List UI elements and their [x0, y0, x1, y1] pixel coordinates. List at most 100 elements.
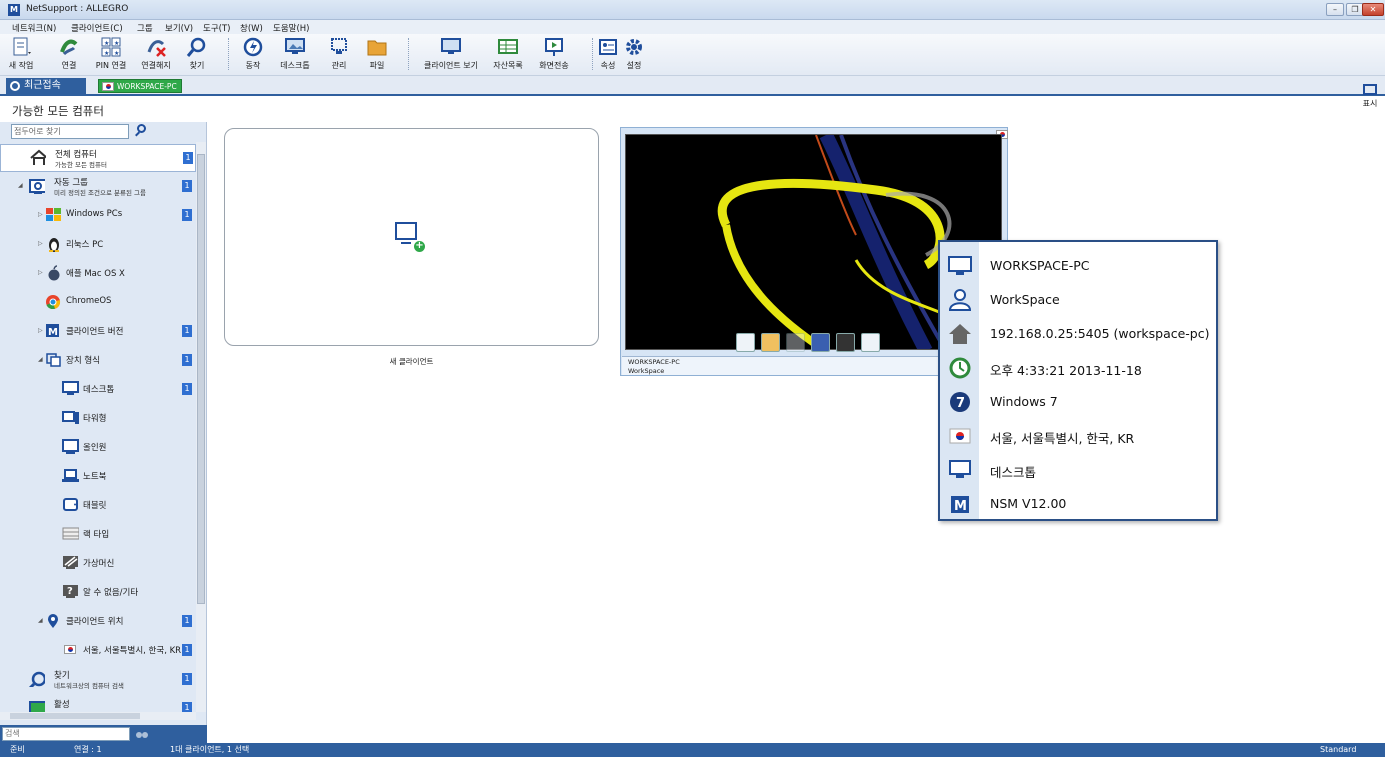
- new-task-button[interactable]: 새 작업: [6, 36, 36, 71]
- tree-item-chromeos[interactable]: ChromeOS: [0, 289, 196, 315]
- svg-text:M: M: [48, 327, 58, 338]
- tree-item-tablet[interactable]: 태블릿: [0, 492, 196, 518]
- toolbar-separator: [228, 38, 229, 70]
- scrollbar-thumb[interactable]: [197, 154, 205, 604]
- bottom-search-input[interactable]: 검색: [2, 727, 130, 741]
- menu-view[interactable]: 보기(V): [165, 22, 193, 34]
- display-button[interactable]: 표시: [1358, 80, 1382, 116]
- tree-item-windows-pcs[interactable]: ▷ Windows PCs 1: [0, 202, 196, 228]
- expand-arrow-icon: ▷: [38, 327, 43, 334]
- properties-button[interactable]: 속성: [596, 36, 620, 71]
- tree-vertical-scrollbar[interactable]: [196, 142, 206, 712]
- tree-item-notebook[interactable]: 노트북: [0, 463, 196, 489]
- inventory-icon: [497, 36, 519, 58]
- quick-inventory-button[interactable]: [811, 333, 830, 352]
- toolbar-separator: [408, 38, 409, 70]
- count-badge: 1: [182, 673, 192, 685]
- svg-text:★: ★: [114, 50, 119, 57]
- netsupport-logo-icon: M: [46, 324, 59, 338]
- pin-connect-button[interactable]: ★ ★ ★ ★ PIN 연결: [93, 36, 129, 71]
- search-icon: [28, 671, 45, 687]
- tree-item-client-location[interactable]: ◢ 클라이언트 위치 1: [0, 608, 196, 634]
- file-button[interactable]: 파일: [364, 36, 390, 71]
- windows7-logo-icon: 7: [950, 392, 970, 412]
- menu-network[interactable]: 네트워크(N): [12, 22, 56, 34]
- manage-button[interactable]: 관리: [326, 36, 352, 71]
- count-badge: 1: [182, 354, 192, 366]
- connect-icon: [58, 36, 80, 58]
- virtual-machine-icon: [63, 556, 78, 569]
- computer-tree: 전체 컴퓨터 가능한 모든 컴퓨터 1 ◢ 자동 그룹 미리 정의된 조건으로 …: [0, 142, 196, 712]
- screen-send-icon: [543, 36, 565, 58]
- menu-tools[interactable]: 도구(T): [203, 22, 230, 34]
- tree-item-all-computers[interactable]: 전체 컴퓨터 가능한 모든 컴퓨터 1: [0, 144, 196, 172]
- disconnect-button[interactable]: 연결해지: [138, 36, 174, 71]
- tree-item-device-type[interactable]: ◢ 장치 형식 1: [0, 347, 196, 373]
- tree-item-desktop[interactable]: 데스크톱 1: [0, 376, 196, 402]
- quick-command-button[interactable]: [836, 333, 855, 352]
- tree-item-client-version[interactable]: ▷ M 클라이언트 버전 1: [0, 318, 196, 344]
- tree-item-find[interactable]: 찾기 네트워크상의 컴퓨터 검색 1: [0, 666, 196, 694]
- tree-item-allinone[interactable]: 올인원: [0, 434, 196, 460]
- scrollbar-thumb[interactable]: [10, 713, 140, 719]
- desktop-monitor-icon: [62, 381, 79, 395]
- action-icon: [242, 36, 264, 58]
- quick-lock-button[interactable]: [786, 333, 805, 352]
- tab-workspace-pc[interactable]: WORKSPACE-PC: [98, 79, 182, 93]
- menu-client[interactable]: 클라이언트(C): [71, 22, 123, 34]
- screen-send-button[interactable]: 화면전송: [535, 36, 573, 71]
- desktop-monitor-icon: [284, 36, 306, 58]
- rack-server-icon: [62, 527, 79, 540]
- count-badge: 1: [182, 702, 192, 712]
- menu-group[interactable]: 그룹: [137, 22, 153, 34]
- left-panel: 접두어로 찾기 전체 컴퓨터 가능한 모든 컴퓨터 1 ◢ 자동 그룹 미리 정…: [0, 122, 207, 743]
- windows-logo-icon: [46, 208, 61, 221]
- expand-arrow-icon: ▷: [38, 269, 43, 276]
- tree-item-linux[interactable]: ▷ 리눅스 PC: [0, 231, 196, 257]
- expand-arrow-icon: ◢: [18, 182, 23, 189]
- count-badge: 1: [182, 615, 192, 627]
- prefix-search-input[interactable]: 접두어로 찾기: [11, 124, 129, 139]
- info-row-device: 데스크톱: [940, 452, 1216, 486]
- inventory-button[interactable]: 자산목록: [490, 36, 526, 71]
- tree-item-auto-group[interactable]: ◢ 자동 그룹 미리 정의된 조건으로 분류된 그룹 1: [0, 173, 196, 201]
- laptop-icon: [62, 469, 79, 482]
- netsupport-logo-icon: M: [951, 496, 969, 514]
- find-button[interactable]: 찾기: [184, 36, 210, 71]
- new-task-icon: [10, 36, 32, 58]
- action-button[interactable]: 동작: [240, 36, 266, 71]
- desktop-button[interactable]: 데스크톱: [277, 36, 313, 71]
- info-row-version: M NSM V12.00: [940, 486, 1216, 520]
- tree-item-seoul[interactable]: 서울, 서울특별시, 한국, KR 1: [0, 637, 196, 663]
- info-row-location: 서울, 서울특별시, 한국, KR: [940, 418, 1216, 452]
- korea-flag-icon: [102, 82, 114, 91]
- menu-window[interactable]: 창(W): [240, 22, 263, 34]
- monitor-icon: [948, 256, 972, 275]
- search-button[interactable]: [134, 123, 148, 137]
- plus-icon: +: [414, 240, 425, 252]
- tree-item-rack[interactable]: 랙 타입: [0, 521, 196, 547]
- settings-button[interactable]: 설정: [622, 36, 646, 71]
- search-icon: [137, 124, 146, 133]
- quick-file-button[interactable]: [761, 333, 780, 352]
- new-client-card[interactable]: +: [224, 128, 599, 346]
- close-button[interactable]: ✕: [1362, 3, 1384, 16]
- quick-chat-button[interactable]: [861, 333, 880, 352]
- binoculars-icon[interactable]: [136, 727, 148, 739]
- status-clients: 1대 클라이언트, 1 선택: [170, 745, 250, 754]
- client-view-icon: [440, 36, 462, 58]
- minimize-button[interactable]: –: [1326, 3, 1344, 16]
- tab-recent[interactable]: 최근접속: [6, 78, 86, 94]
- info-row-time: 오후 4:33:21 2013-11-18: [940, 350, 1216, 384]
- tree-item-mac[interactable]: ▷ 애플 Mac OS X: [0, 260, 196, 286]
- tree-item-active[interactable]: 활성 1: [0, 695, 196, 712]
- quick-view-button[interactable]: [736, 333, 755, 352]
- connect-button[interactable]: 연결: [54, 36, 84, 71]
- tree-item-tower[interactable]: 타워형: [0, 405, 196, 431]
- tree-item-unknown[interactable]: ? 알 수 없음/기타: [0, 579, 196, 605]
- menu-help[interactable]: 도움말(H): [273, 22, 309, 34]
- client-view-button[interactable]: 클라이언트 보기: [416, 36, 486, 71]
- tree-horizontal-scrollbar[interactable]: [0, 712, 196, 720]
- tree-item-virtual-machine[interactable]: 가상머신: [0, 550, 196, 576]
- clock-icon: [10, 81, 20, 91]
